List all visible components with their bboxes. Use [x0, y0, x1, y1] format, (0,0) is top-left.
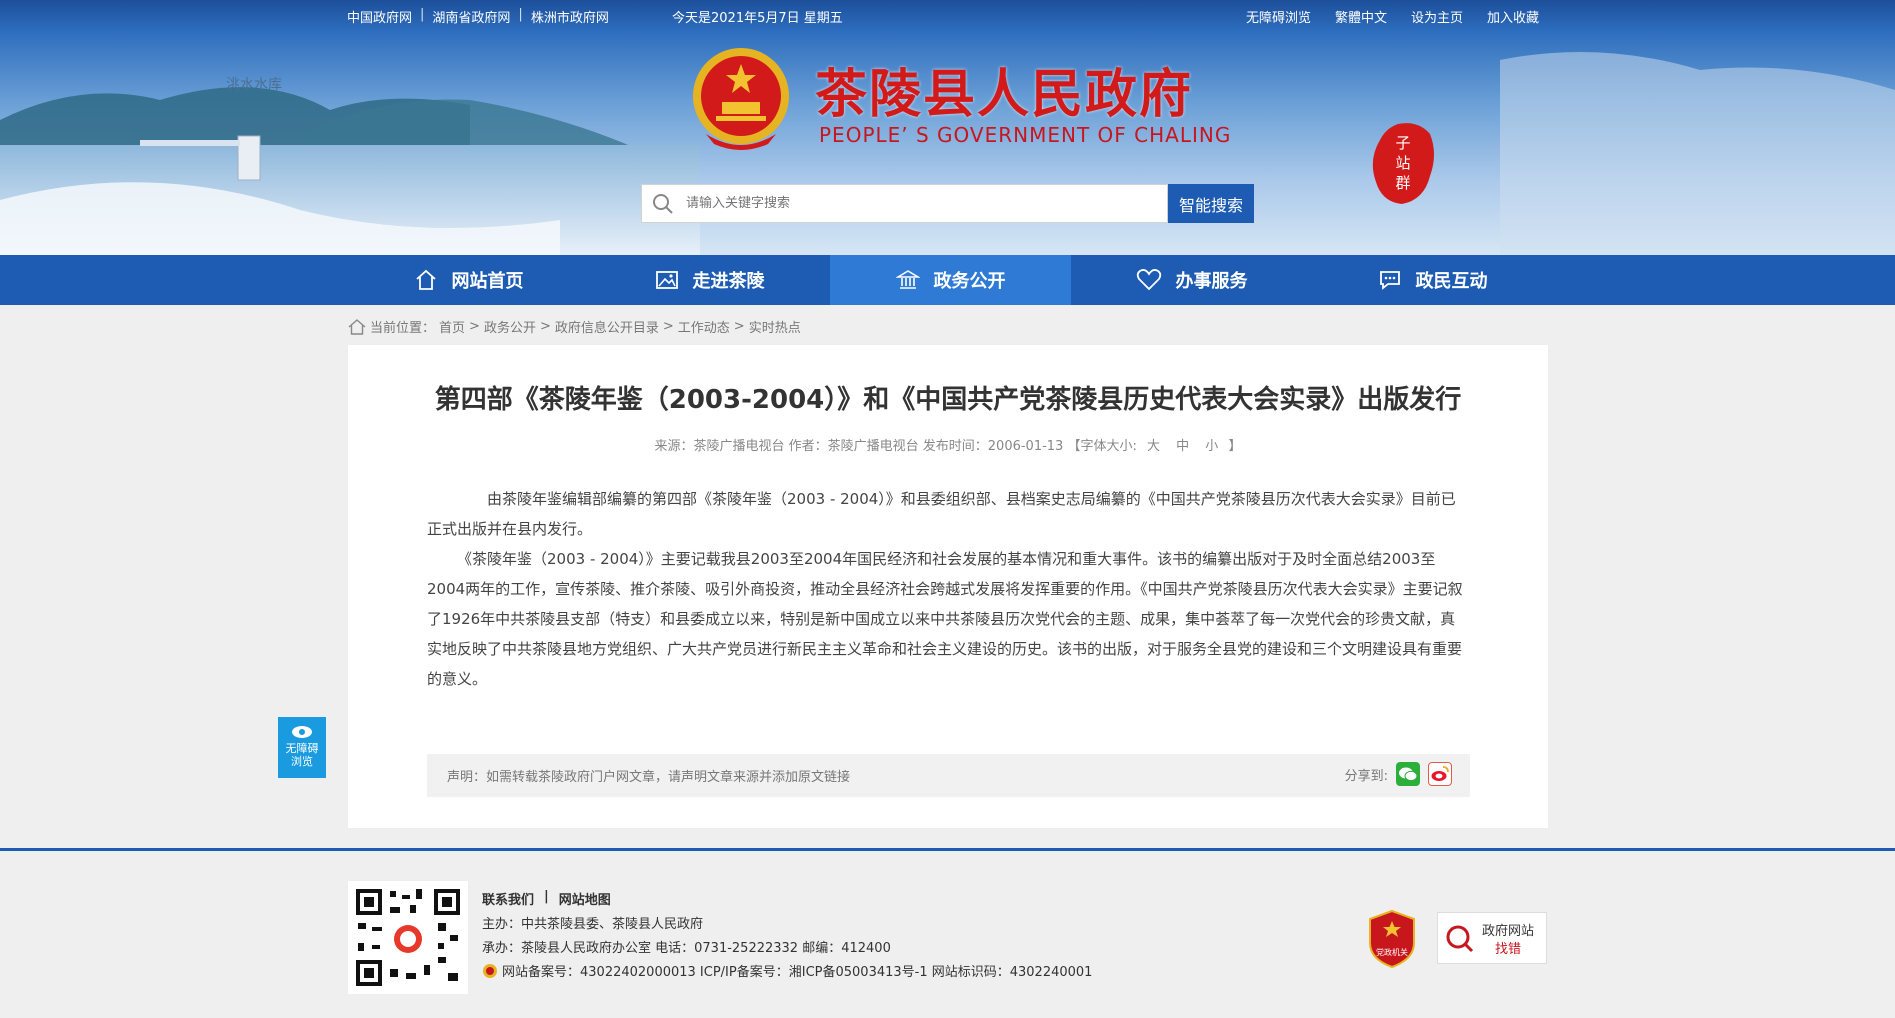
separator: |: [518, 7, 523, 22]
breadcrumb-work-news[interactable]: 工作动态: [678, 317, 730, 336]
wechat-share-icon[interactable]: [1396, 762, 1420, 786]
breadcrumb-gov-affairs[interactable]: 政务公开: [484, 317, 536, 336]
station-group-char: 子: [1395, 134, 1410, 152]
article-paragraph: 《茶陵年鉴（2003 - 2004）》主要记载我县2003至2004年国民经济和…: [427, 550, 1463, 688]
eye-icon: [292, 726, 312, 738]
separator: |: [544, 889, 549, 904]
station-group-badge[interactable]: 子 站 群: [1368, 120, 1438, 206]
float-label-line2: 浏览: [291, 755, 313, 768]
find-error-badge[interactable]: 政府网站 找错: [1437, 912, 1547, 964]
article-paragraph: 由茶陵年鉴编辑部编纂的第四部《茶陵年鉴（2003 - 2004）》和县委组织部、…: [427, 490, 1456, 538]
nav-home-label: 网站首页: [451, 271, 524, 292]
header-banner: 中国政府网 | 湖南省政府网 | 株洲市政府网 今天是2021年5月7日 星期五…: [0, 0, 1895, 255]
contact-us-link[interactable]: 联系我们: [482, 889, 534, 908]
nav-services[interactable]: 办事服务: [1071, 255, 1312, 305]
share-group: 分享到:: [1345, 762, 1452, 786]
nav-about-chaling[interactable]: 走进茶陵: [589, 255, 830, 305]
breadcrumb-hot-topics[interactable]: 实时热点: [749, 317, 801, 336]
nav-services-label: 办事服务: [1175, 271, 1248, 292]
breadcrumb-separator: >: [539, 319, 551, 334]
search-input[interactable]: [674, 185, 1167, 222]
breadcrumb-home[interactable]: 首页: [439, 317, 465, 336]
station-group-char: 群: [1395, 174, 1410, 192]
font-size-large-button[interactable]: 大: [1147, 439, 1160, 454]
police-badge-icon: [483, 963, 497, 978]
set-homepage-link[interactable]: 设为主页: [1411, 7, 1463, 26]
meta-info: 来源：茶陵广播电视台 作者：茶陵广播电视台 发布时间：2006-01-13 【字…: [654, 439, 1137, 454]
footer-host: 主办：中共茶陵县委、茶陵县人民政府: [482, 917, 704, 932]
qr-code: [348, 881, 468, 994]
search-button[interactable]: 智能搜索: [1168, 184, 1254, 223]
lake-label: 洮水水库: [226, 77, 282, 93]
qr-code-image: [354, 887, 462, 988]
sitemap-link[interactable]: 网站地图: [559, 889, 611, 908]
declaration-bar: 声明：如需转载茶陵政府门户网文章，请声明文章来源并添加原文链接 分享到:: [427, 754, 1470, 797]
breadcrumb-prefix: 当前位置：: [370, 321, 436, 336]
site-subtitle: PEOPLE’ S GOVERNMENT OF CHALING: [819, 123, 1232, 147]
find-badge-top: 政府网站: [1482, 924, 1534, 939]
accessibility-link[interactable]: 无障碍浏览: [1246, 7, 1311, 26]
date-text: 今天是2021年5月7日 星期五: [672, 11, 843, 26]
footer-record: 网站备案号：43022402000013 ICP/IP备案号：湘ICP备0500…: [502, 965, 1093, 980]
image-icon: [655, 271, 678, 289]
nav-gov-affairs[interactable]: 政务公开: [830, 255, 1071, 305]
add-favorite-link[interactable]: 加入收藏: [1487, 7, 1539, 26]
article-title: 第四部《茶陵年鉴（2003-2004）》和《中国共产党茶陵县历史代表大会实录》出…: [434, 385, 1462, 415]
top-bar: 中国政府网 | 湖南省政府网 | 株洲市政府网 今天是2021年5月7日 星期五…: [0, 0, 1895, 32]
nav-gov-label: 政务公开: [933, 271, 1006, 292]
traditional-chinese-link[interactable]: 繁體中文: [1335, 7, 1387, 26]
find-badge-bottom: 找错: [1495, 942, 1521, 957]
footer: 联系我们 | 网站地图 主办：中共茶陵县委、茶陵县人民政府 承办：茶陵县人民政府…: [0, 848, 1895, 1018]
font-size-medium-button[interactable]: 中: [1176, 439, 1189, 454]
link-zhuzhou-gov[interactable]: 株洲市政府网: [531, 7, 609, 26]
article-panel: 第四部《茶陵年鉴（2003-2004）》和《中国共产党茶陵县历史代表大会实录》出…: [348, 345, 1548, 828]
utility-links: 无障碍浏览 繁體中文 设为主页 加入收藏: [1246, 7, 1539, 26]
declaration-text: 声明：如需转载茶陵政府门户网文章，请声明文章来源并添加原文链接: [447, 770, 851, 785]
article-body: 由茶陵年鉴编辑部编纂的第四部《茶陵年鉴（2003 - 2004）》和县委组织部、…: [427, 484, 1470, 694]
government-icon: [895, 270, 920, 289]
footer-links: 联系我们 | 网站地图: [482, 889, 611, 908]
footer-record-row: 网站备案号：43022402000013 ICP/IP备案号：湘ICP备0500…: [482, 961, 1092, 980]
article-meta: 来源：茶陵广播电视台 作者：茶陵广播电视台 发布时间：2006-01-13 【字…: [348, 435, 1548, 454]
home-icon: [415, 269, 436, 290]
nav-home[interactable]: 网站首页: [348, 255, 589, 305]
font-size-small-button[interactable]: 小: [1205, 439, 1218, 454]
float-label-line1: 无障碍: [285, 742, 319, 755]
footer-organizer: 承办：茶陵县人民政府办公室 电话：0731-25222332 邮编：412400: [482, 941, 891, 956]
meta-bracket: 】: [1228, 439, 1242, 454]
search-icon: [653, 193, 673, 214]
accessibility-float-button[interactable]: 无障碍 浏览: [278, 717, 326, 778]
party-badge-label: 党政机关: [1376, 947, 1408, 957]
home-icon: [348, 318, 366, 335]
separator: |: [420, 7, 425, 22]
station-group-char: 站: [1395, 154, 1410, 172]
weibo-share-icon[interactable]: [1428, 762, 1452, 786]
breadcrumb-separator: >: [469, 319, 480, 334]
chat-icon: [1379, 271, 1400, 290]
breadcrumb-info-catalog[interactable]: 政府信息公开目录: [555, 317, 659, 336]
nav-interaction[interactable]: 政民互动: [1312, 255, 1553, 305]
party-gov-badge[interactable]: 党政机关: [1366, 909, 1418, 969]
link-china-gov[interactable]: 中国政府网: [347, 7, 412, 26]
gov-links: 中国政府网 | 湖南省政府网 | 株洲市政府网: [347, 7, 609, 26]
breadcrumb-separator: >: [733, 319, 745, 334]
breadcrumb-separator: >: [662, 319, 674, 334]
link-hunan-gov[interactable]: 湖南省政府网: [432, 7, 510, 26]
national-emblem-icon: [693, 48, 789, 150]
search-box: [641, 184, 1168, 223]
share-label: 分享到:: [1344, 768, 1388, 784]
heart-icon: [1136, 269, 1161, 291]
breadcrumb: 当前位置： 首页 > 政务公开 > 政府信息公开目录 > 工作动态 > 实时热点: [348, 317, 801, 336]
nav-interaction-label: 政民互动: [1415, 271, 1488, 292]
main-nav: 网站首页 走进茶陵 政务公开 办事服务 政民互动: [0, 255, 1895, 305]
nav-about-label: 走进茶陵: [692, 271, 765, 292]
site-title: 茶陵县人民政府: [815, 64, 1194, 125]
